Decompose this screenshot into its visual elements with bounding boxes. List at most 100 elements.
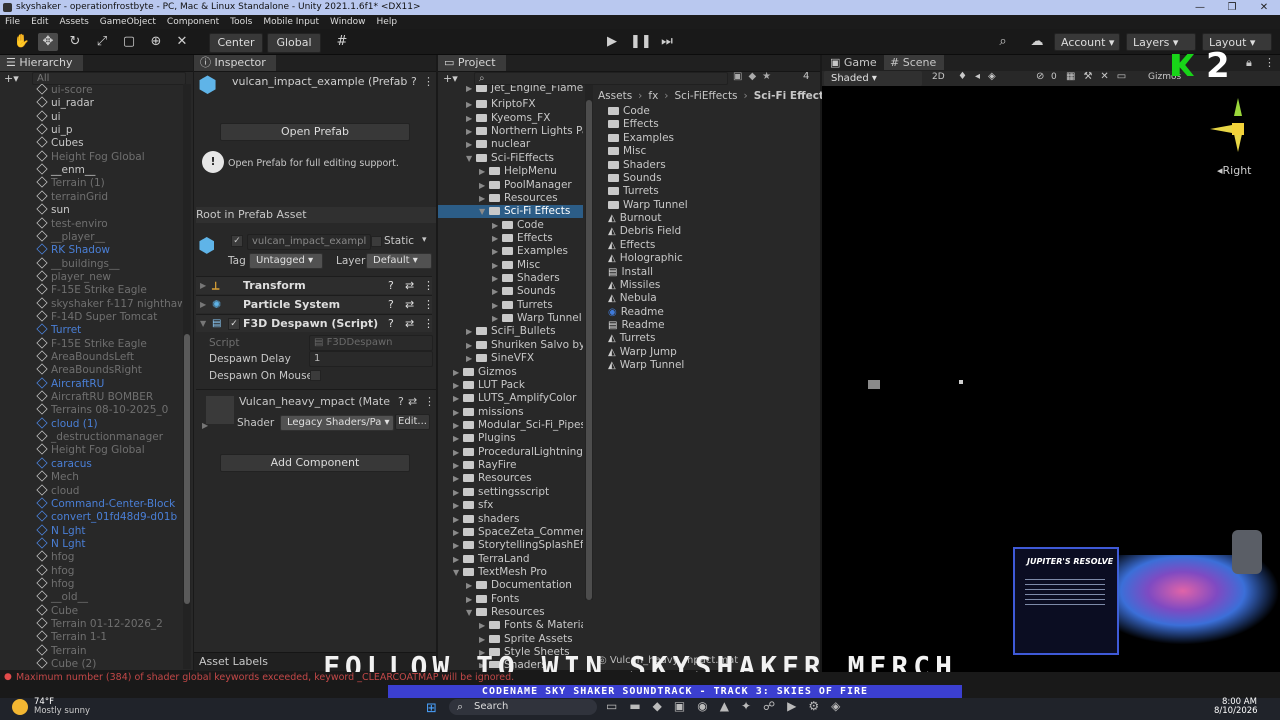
project-file-item[interactable]: ◭ Effects: [608, 239, 655, 252]
f3d-despawn-component-header[interactable]: ▼ ▤ ✓ F3D Despawn (Script) ? ⇄ ⋮: [196, 314, 434, 332]
pivot-center-button[interactable]: Center: [209, 33, 263, 53]
project-tree-item[interactable]: ▶ nuclear: [438, 138, 583, 151]
project-file-item[interactable]: ◭ Missiles: [608, 279, 660, 292]
chevron-right-icon[interactable]: ▶: [453, 406, 463, 419]
particle-system-component-header[interactable]: ▶ ✺ Particle System ? ⇄ ⋮: [196, 295, 434, 313]
project-file-item[interactable]: Turrets: [608, 185, 659, 198]
project-file-item[interactable]: Warp Tunnel: [608, 199, 688, 212]
taskbar-app-icons[interactable]: ▭▬◆▣◉▲✦☍▶⚙◈: [606, 699, 852, 713]
chevron-right-icon[interactable]: ▶: [492, 232, 502, 245]
hierarchy-item[interactable]: Terrains 08-10-2025_0: [36, 403, 168, 417]
chevron-right-icon[interactable]: ▶: [492, 312, 502, 325]
project-tree-item[interactable]: ▶ Warp Tunnel: [438, 312, 583, 325]
rotate-tool-icon[interactable]: ↻: [65, 33, 85, 51]
breadcrumb-item[interactable]: fx: [648, 90, 658, 102]
2d-toggle[interactable]: 2D: [932, 72, 945, 82]
chevron-right-icon[interactable]: ▶: [453, 392, 463, 405]
chevron-right-icon[interactable]: ▶: [479, 619, 489, 632]
project-tree-item[interactable]: ▶ settingsscript: [438, 486, 583, 499]
chevron-right-icon[interactable]: ▶: [479, 165, 489, 178]
project-file-item[interactable]: ▤ Install: [608, 266, 653, 279]
hierarchy-item[interactable]: Cube: [36, 603, 78, 618]
project-tree-item[interactable]: ▶ SineVFX: [438, 352, 583, 365]
chevron-right-icon[interactable]: ▶: [453, 539, 463, 552]
hierarchy-item[interactable]: Mech: [36, 470, 79, 484]
project-tree-item[interactable]: ▶ LUT Pack: [438, 379, 583, 392]
chevron-right-icon[interactable]: ▶: [466, 138, 476, 151]
project-tree-item[interactable]: ▶ Kyeoms_FX: [438, 112, 583, 125]
project-tree-item[interactable]: ▶ PoolManager: [438, 179, 583, 192]
chevron-right-icon[interactable]: ▶: [453, 379, 463, 392]
scene-orientation-gizmo[interactable]: [1210, 98, 1266, 154]
hierarchy-item[interactable]: Terrain 1-1: [36, 630, 107, 644]
active-checkbox[interactable]: ✓: [231, 235, 243, 247]
menu-gameobject[interactable]: GameObject: [100, 17, 156, 27]
scale-tool-icon[interactable]: ⤢: [92, 33, 112, 51]
project-tree-item[interactable]: ▶ HelpMenu: [438, 165, 583, 178]
project-file-item[interactable]: ◭ Nebula: [608, 292, 657, 305]
play-icon[interactable]: ▶: [602, 33, 622, 51]
preset-icon[interactable]: ⇄: [405, 315, 414, 332]
chevron-right-icon[interactable]: ▶: [466, 85, 476, 95]
chevron-right-icon[interactable]: ▶: [466, 339, 476, 352]
chevron-right-icon[interactable]: ▶: [453, 553, 463, 566]
project-tree-item[interactable]: ▶ Fonts: [438, 593, 583, 606]
project-tree-item[interactable]: ▶ sfx: [438, 499, 583, 512]
hierarchy-item[interactable]: AreaBoundsLeft: [36, 350, 134, 364]
chevron-right-icon[interactable]: ▶: [453, 366, 463, 379]
chevron-right-icon[interactable]: ▶: [453, 446, 463, 459]
hierarchy-item[interactable]: cloud (1): [36, 417, 98, 431]
project-tree-item[interactable]: ▶ Shaders: [438, 272, 583, 285]
chevron-right-icon[interactable]: ▶: [453, 486, 463, 499]
menu-help[interactable]: Help: [377, 17, 398, 27]
hierarchy-item[interactable]: AircraftRU BOMBER: [36, 390, 153, 404]
rect-tool-icon[interactable]: ▢: [119, 33, 139, 51]
hierarchy-item[interactable]: Height Fog Global: [36, 150, 145, 164]
hierarchy-item[interactable]: RK Shadow: [36, 243, 110, 257]
preset-icon[interactable]: ⇄: [405, 296, 414, 313]
menu-mobile-input[interactable]: Mobile Input: [263, 17, 319, 27]
breadcrumb-item[interactable]: Sci-FiEffects: [675, 90, 738, 102]
scene-toggle-icons[interactable]: ♦◂◈: [958, 71, 1004, 82]
hierarchy-item[interactable]: hfog: [36, 577, 74, 591]
project-file-item[interactable]: ◭ Warp Jump: [608, 346, 677, 359]
hierarchy-item[interactable]: _destructionmanager: [36, 430, 163, 444]
chevron-right-icon[interactable]: ▶: [466, 593, 476, 606]
chevron-right-icon[interactable]: ▶: [492, 245, 502, 258]
menu-component[interactable]: Component: [167, 17, 219, 27]
project-tree-item[interactable]: ▶ Jet_Engine_Flames: [438, 85, 583, 95]
project-tree-item[interactable]: ▶ KriptoFX: [438, 98, 583, 111]
chevron-right-icon[interactable]: ▶: [492, 219, 502, 232]
hierarchy-item[interactable]: AircraftRU: [36, 377, 104, 391]
more-icon[interactable]: ⋮: [424, 395, 435, 408]
chevron-right-icon[interactable]: ▶: [453, 419, 463, 432]
project-tree-item[interactable]: ▶ shaders: [438, 513, 583, 526]
hierarchy-item[interactable]: Cubes: [36, 136, 84, 150]
restore-button[interactable]: ❐: [1216, 0, 1248, 15]
chevron-right-icon[interactable]: ▶: [479, 179, 489, 192]
chevron-down-icon[interactable]: ▼: [466, 606, 476, 619]
project-file-item[interactable]: Examples: [608, 132, 674, 145]
hierarchy-item[interactable]: Terrain (1): [36, 176, 105, 190]
console-status-bar[interactable]: ● Maximum number (384) of shader global …: [0, 672, 1280, 685]
taskbar-date[interactable]: 8/10/2026: [1214, 706, 1258, 716]
move-tool-icon[interactable]: ✥: [38, 33, 58, 51]
project-tree-item[interactable]: ▼ Resources: [438, 606, 583, 619]
hierarchy-item[interactable]: N Lght: [36, 537, 85, 551]
cloud-icon[interactable]: ☁: [1027, 33, 1047, 51]
layer-dropdown[interactable]: Default ▾: [366, 253, 432, 269]
more-icon[interactable]: ⋮: [1264, 56, 1275, 69]
project-tree-item[interactable]: ▶ Documentation: [438, 579, 583, 592]
more-icon[interactable]: ⋮: [423, 75, 434, 88]
hierarchy-item[interactable]: Turret: [36, 323, 81, 337]
object-name-field[interactable]: vulcan_impact_exampl: [247, 234, 371, 250]
hierarchy-item[interactable]: Command-Center-Block: [36, 497, 175, 511]
project-tree-item[interactable]: ▶ Sounds: [438, 285, 583, 298]
hierarchy-item[interactable]: hfog: [36, 563, 74, 578]
help-icon[interactable]: ?: [388, 277, 394, 294]
step-icon[interactable]: ⏭: [657, 33, 677, 51]
more-icon[interactable]: ⋮: [423, 277, 434, 294]
help-icon[interactable]: ?: [388, 296, 394, 313]
menu-window[interactable]: Window: [330, 17, 366, 27]
scene-object[interactable]: [868, 380, 880, 389]
